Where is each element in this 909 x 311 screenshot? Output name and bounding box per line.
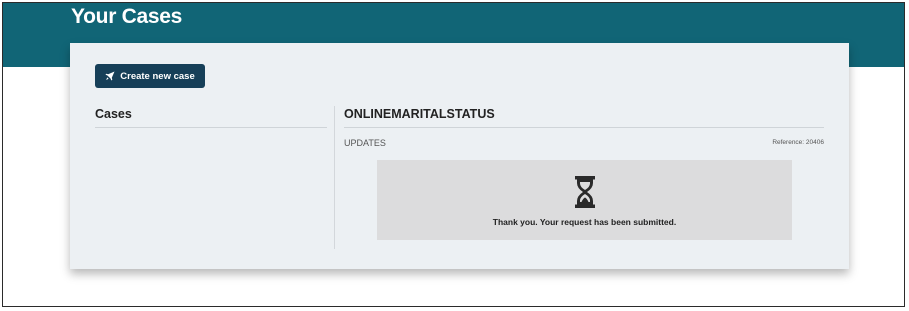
rocket-icon (105, 71, 115, 81)
cases-divider (95, 127, 327, 128)
updates-label: UPDATES (344, 138, 386, 148)
hourglass-icon (574, 176, 596, 213)
status-message: Thank you. Your request has been submitt… (492, 217, 677, 227)
status-panel: Thank you. Your request has been submitt… (377, 160, 792, 240)
cases-card: Create new case Cases ONLINEMARITALSTATU… (70, 43, 849, 269)
create-new-case-label: Create new case (120, 70, 195, 82)
panel-separator (334, 106, 335, 249)
case-title: ONLINEMARITALSTATUS (344, 107, 495, 121)
page-title: Your Cases (71, 5, 182, 28)
case-divider (344, 127, 824, 128)
create-new-case-button[interactable]: Create new case (95, 64, 205, 88)
app-frame: Your Cases Create new case Cases ONLINEM… (2, 2, 905, 307)
case-reference: Reference: 20406 (772, 139, 824, 146)
cases-heading: Cases (95, 107, 132, 121)
